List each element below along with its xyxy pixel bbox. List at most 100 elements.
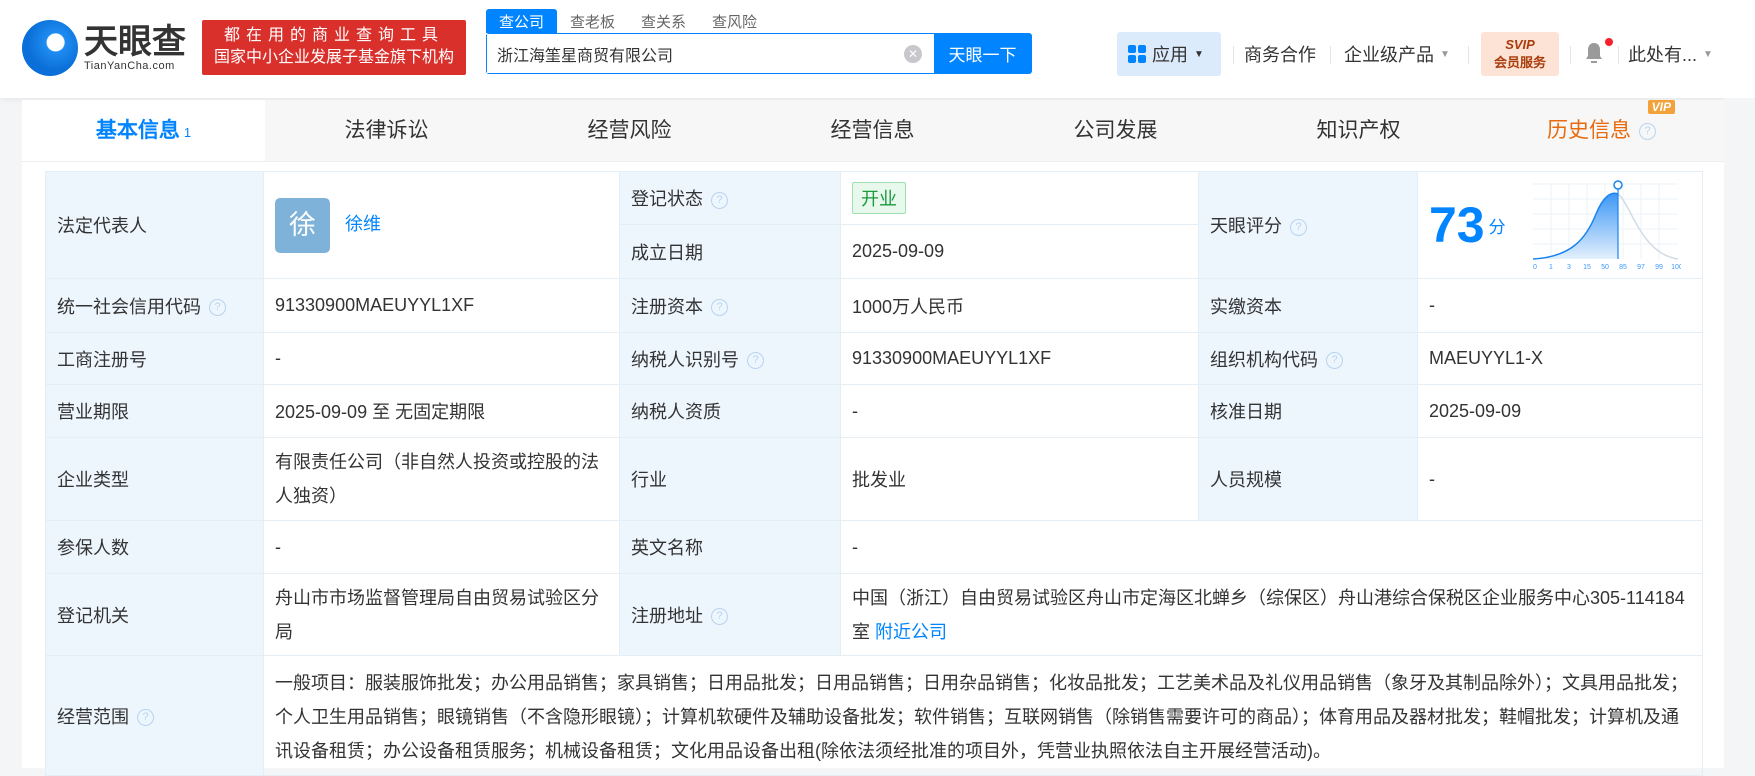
user-menu[interactable]: 此处有... ▼ bbox=[1628, 32, 1713, 76]
axis-tick-label: 50 bbox=[1601, 264, 1609, 271]
search-input[interactable] bbox=[487, 34, 892, 73]
logo-domain: TianYanCha.com bbox=[84, 60, 175, 72]
help-icon[interactable]: ? bbox=[711, 608, 728, 626]
enterprise-products-menu[interactable]: 企业级产品 ▼ bbox=[1344, 32, 1450, 76]
type-label: 企业类型 bbox=[45, 437, 264, 521]
status-badge: 开业 bbox=[852, 182, 906, 214]
apps-menu[interactable]: 应用 ▼ bbox=[1117, 32, 1221, 76]
paid-capital-value: - bbox=[1417, 278, 1703, 333]
axis-tick-label: 85 bbox=[1619, 264, 1627, 271]
address-label: 注册地址? bbox=[619, 573, 841, 656]
credit-code-label: 统一社会信用代码? bbox=[45, 278, 264, 333]
search-tab-risk[interactable]: 查风险 bbox=[699, 9, 770, 33]
top-header: 天眼查 TianYanCha.com 都在用的商业查询工具 国家中小企业发展子基金旗… bbox=[0, 0, 1755, 98]
legal-rep-label: 法定代表人 bbox=[45, 171, 264, 279]
logo[interactable]: 天眼查 TianYanCha.com bbox=[22, 20, 186, 76]
founded-value: 2025-09-09 bbox=[840, 224, 1199, 279]
help-icon[interactable]: ? bbox=[137, 709, 154, 727]
tab-operating-info[interactable]: 经营信息 bbox=[751, 100, 994, 161]
vip-badge: VIP bbox=[1647, 100, 1675, 114]
en-name-label: 英文名称 bbox=[619, 520, 841, 574]
search-tab-relation[interactable]: 查关系 bbox=[628, 9, 699, 33]
taxpayer-id-value: 91330900MAEUYYL1XF bbox=[840, 332, 1199, 385]
search-tab-boss[interactable]: 查老板 bbox=[557, 9, 628, 33]
search-button[interactable]: 天眼一下 bbox=[934, 34, 1031, 73]
search-box: ✕ 天眼一下 bbox=[486, 33, 1032, 74]
tax-qual-label: 纳税人资质 bbox=[619, 384, 841, 438]
axis-tick-label: 3 bbox=[1567, 264, 1571, 271]
user-name: 此处有... bbox=[1628, 45, 1698, 65]
biz-reg-no-value: - bbox=[263, 332, 620, 385]
help-icon[interactable]: ? bbox=[747, 352, 764, 370]
type-value: 有限责任公司（非自然人投资或控股的法人独资） bbox=[263, 437, 620, 521]
apps-grid-icon bbox=[1128, 45, 1146, 63]
score-unit: 分 bbox=[1488, 217, 1506, 237]
clear-icon[interactable]: ✕ bbox=[904, 45, 922, 63]
staff-label: 人员规模 bbox=[1198, 437, 1418, 521]
authority-value: 舟山市市场监督管理局自由贸易试验区分局 bbox=[263, 573, 620, 656]
legal-rep-link[interactable]: 徐维 bbox=[345, 214, 381, 234]
avatar[interactable]: 徐 bbox=[275, 197, 330, 253]
page-gutter bbox=[1724, 98, 1755, 768]
authority-label: 登记机关 bbox=[45, 573, 264, 656]
notification-dot bbox=[1605, 38, 1613, 46]
axis-tick-label: 99 bbox=[1655, 264, 1663, 271]
reg-capital-value: 1000万人民币 bbox=[840, 278, 1199, 333]
taxpayer-id-label: 纳税人识别号? bbox=[619, 332, 841, 385]
reg-capital-label: 注册资本? bbox=[619, 278, 841, 333]
en-name-value: - bbox=[840, 520, 1703, 574]
tab-operating-risk[interactable]: 经营风险 bbox=[508, 100, 751, 161]
info-table: 法定代表人 徐 徐维 登记状态? 开业 天眼评分? 73 分 0 1 3 15 50 85 9… bbox=[45, 171, 1703, 776]
business-cooperation-link[interactable]: 商务合作 bbox=[1244, 32, 1316, 76]
help-icon[interactable]: ? bbox=[209, 299, 226, 317]
score-distribution-chart: 0 1 3 15 50 85 97 99 100 bbox=[1532, 180, 1683, 271]
industry-value: 批发业 bbox=[840, 437, 1199, 521]
score-cell[interactable]: 73 分 0 1 3 15 50 85 97 99 100 bbox=[1417, 171, 1703, 279]
help-icon[interactable]: ? bbox=[711, 299, 728, 317]
caret-down-icon: ▼ bbox=[1194, 48, 1204, 60]
tab-legal[interactable]: 法律诉讼 bbox=[265, 100, 508, 161]
insured-value: - bbox=[263, 520, 620, 574]
score-label: 天眼评分? bbox=[1198, 171, 1418, 279]
tab-count: 1 bbox=[183, 125, 192, 140]
svip-button[interactable]: SVIP 会员服务 bbox=[1481, 32, 1559, 76]
axis-tick-label: 15 bbox=[1583, 264, 1591, 271]
nearby-companies-link[interactable]: 附近公司 bbox=[875, 622, 947, 642]
address-value: 中国（浙江）自由贸易试验区舟山市定海区北蝉乡（综保区）舟山港综合保税区企业服务中… bbox=[852, 587, 1685, 642]
approval-value: 2025-09-09 bbox=[1417, 384, 1703, 438]
logo-icon bbox=[22, 20, 78, 76]
legal-rep-cell: 徐 徐维 bbox=[263, 171, 620, 279]
section-tabs: 基本信息 1 法律诉讼 经营风险 经营信息 公司发展 知识产权 历史信息? VIP bbox=[22, 100, 1724, 162]
svip-label: SVIP bbox=[1505, 37, 1535, 52]
tab-ip[interactable]: 知识产权 bbox=[1237, 100, 1480, 161]
tab-history[interactable]: 历史信息? VIP bbox=[1480, 100, 1723, 161]
help-icon[interactable]: ? bbox=[1639, 122, 1656, 140]
help-icon[interactable]: ? bbox=[711, 191, 728, 209]
tab-development[interactable]: 公司发展 bbox=[994, 100, 1237, 161]
insured-label: 参保人数 bbox=[45, 520, 264, 574]
axis-tick-label: 100 bbox=[1671, 264, 1681, 271]
status-label: 登记状态? bbox=[619, 171, 841, 225]
score-value: 73 bbox=[1429, 197, 1485, 253]
location-pin-icon bbox=[1612, 180, 1623, 190]
staff-value: - bbox=[1417, 437, 1703, 521]
bell-icon[interactable] bbox=[1585, 42, 1603, 64]
term-label: 营业期限 bbox=[45, 384, 264, 438]
industry-label: 行业 bbox=[619, 437, 841, 521]
org-code-label: 组织机构代码? bbox=[1198, 332, 1418, 385]
help-icon[interactable]: ? bbox=[1290, 218, 1307, 236]
help-icon[interactable]: ? bbox=[1326, 352, 1343, 370]
scope-value: 一般项目：服装服饰批发；办公用品销售；家具销售；日用品批发；日用品销售；日用杂品… bbox=[263, 655, 1703, 776]
search-tab-company[interactable]: 查公司 bbox=[486, 9, 558, 33]
org-code-value: MAEUYYL1-X bbox=[1417, 332, 1703, 385]
slogan-line1: 都在用的商业查询工具 bbox=[223, 27, 444, 44]
tab-basic-info[interactable]: 基本信息 1 bbox=[22, 100, 265, 161]
slogan-banner[interactable]: 都在用的商业查询工具 国家中小企业发展子基金旗下机构 bbox=[202, 20, 466, 75]
slogan-line2: 国家中小企业发展子基金旗下机构 bbox=[213, 49, 454, 66]
caret-down-icon: ▼ bbox=[1440, 48, 1450, 60]
caret-down-icon: ▼ bbox=[1703, 48, 1713, 60]
paid-capital-label: 实缴资本 bbox=[1198, 278, 1418, 333]
score-area bbox=[1532, 193, 1618, 259]
axis-tick-label: 0 bbox=[1533, 264, 1537, 271]
address-cell: 中国（浙江）自由贸易试验区舟山市定海区北蝉乡（综保区）舟山港综合保税区企业服务中… bbox=[840, 573, 1703, 656]
